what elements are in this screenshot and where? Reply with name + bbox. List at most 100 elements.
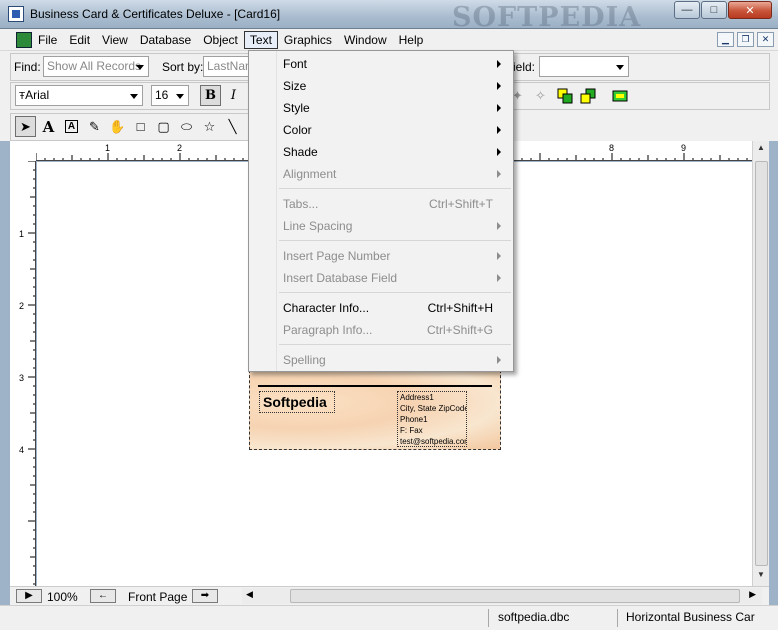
menu-graphics[interactable]: Graphics (278, 31, 338, 49)
status-bar: softpedia.dbc Horizontal Business Car (0, 605, 778, 630)
find-combo[interactable]: Show All Records (43, 56, 149, 77)
first-page-button[interactable]: ▶ (16, 589, 42, 603)
menu-item-label: Style (283, 101, 310, 115)
menu-item-shade[interactable]: Shade (279, 141, 511, 163)
maximize-button[interactable]: □ (701, 1, 727, 19)
hand-tool-icon[interactable]: ✋ (107, 116, 128, 137)
menu-help[interactable]: Help (393, 31, 430, 49)
status-separator (488, 609, 489, 627)
business-card[interactable]: Softpedia Address1 City, State ZipCode Pho… (249, 370, 501, 450)
card-address-line: Address1 (400, 393, 434, 402)
title-bar: Business Card & Certificates Deluxe - [C… (0, 0, 778, 33)
menu-item-label: Insert Page Number (283, 249, 391, 263)
star-tool-icon[interactable]: ☆ (199, 116, 220, 137)
scroll-up-icon[interactable]: ▲ (755, 143, 767, 157)
prev-page-button[interactable]: ← (90, 589, 116, 603)
menu-text[interactable]: Text (243, 31, 278, 49)
zoom-value[interactable]: 100% (47, 590, 78, 604)
text-box-tool-icon[interactable]: A (61, 116, 82, 137)
menu-item-spelling[interactable]: Spelling (279, 349, 511, 371)
submenu-arrow-icon (497, 274, 501, 282)
hscroll-thumb[interactable] (290, 589, 740, 603)
menu-item-insert-database-field[interactable]: Insert Database Field (279, 267, 511, 289)
menu-item-insert-page-number[interactable]: Insert Page Number (279, 245, 511, 267)
card-name-text[interactable]: Softpedia (259, 391, 335, 413)
card-address-text[interactable]: Address1 City, State ZipCode Phone1 F: Fax t… (397, 391, 467, 447)
menu-item-character-info[interactable]: Character Info... Ctrl+Shift+H (279, 297, 511, 319)
font-combo[interactable]: ŦArial (15, 85, 143, 106)
menu-item-alignment[interactable]: Alignment (279, 163, 511, 185)
ungroup-icon[interactable]: ✧ (530, 85, 551, 106)
line-tool-icon[interactable]: ╲ (222, 116, 243, 137)
menu-file[interactable]: File (32, 31, 63, 49)
status-separator (617, 609, 618, 627)
menu-icon-column (249, 51, 277, 371)
sortby-label: Sort by: (162, 60, 204, 74)
drawing-toolbar: ➤ A A ✎ ✋ □ ▢ ⬭ ☆ ╲ (10, 113, 250, 141)
horizontal-scrollbar[interactable]: ◀ ▶ (242, 588, 762, 604)
sortby-combo[interactable]: LastNam (203, 56, 253, 77)
scroll-right-icon[interactable]: ▶ (749, 589, 756, 600)
ruler-label: 3 (19, 373, 24, 383)
mdi-minimize-icon[interactable]: ▁ (717, 32, 734, 47)
next-page-button[interactable]: ➡ (192, 589, 218, 603)
rounded-rect-tool-icon[interactable]: ▢ (153, 116, 174, 137)
mdi-restore-icon[interactable]: ❐ (737, 32, 754, 47)
menu-items: File Edit View Database Object Text Graphics Wi… (32, 31, 429, 49)
close-button[interactable]: ✕ (728, 1, 772, 19)
menu-item-paragraph-info[interactable]: Paragraph Info... Ctrl+Shift+G (279, 319, 511, 341)
bring-front-icon[interactable] (554, 85, 575, 106)
menu-window[interactable]: Window (338, 31, 393, 49)
ruler-label: 2 (177, 143, 182, 153)
menu-item-line-spacing[interactable]: Line Spacing (279, 215, 511, 237)
send-back-icon[interactable] (577, 85, 598, 106)
card-icon[interactable] (609, 85, 630, 106)
scroll-left-icon[interactable]: ◀ (246, 589, 253, 600)
find-label: Find: (14, 60, 41, 74)
menu-object[interactable]: Object (197, 31, 244, 49)
menu-item-label: Tabs... (283, 197, 319, 211)
field-label: ield: (513, 60, 536, 74)
menu-item-shortcut: Ctrl+Shift+G (426, 323, 493, 337)
ellipse-tool-icon[interactable]: ⬭ (176, 116, 197, 137)
menu-item-tabs[interactable]: Tabs... Ctrl+Shift+T (279, 193, 511, 215)
card-divider-line[interactable] (258, 385, 492, 387)
menu-item-style[interactable]: Style (279, 97, 511, 119)
menu-edit[interactable]: Edit (63, 31, 96, 49)
text-menu-dropdown: Font Size Style Color Shade Alignment Tabs... C… (248, 50, 514, 372)
ruler-corner (10, 141, 36, 161)
menu-item-color[interactable]: Color (279, 119, 511, 141)
scroll-down-icon[interactable]: ▼ (755, 570, 767, 584)
mdi-close-icon[interactable]: ✕ (757, 32, 774, 47)
pointer-tool-icon[interactable]: ➤ (15, 116, 36, 137)
menu-item-label: Paragraph Info... (283, 323, 373, 337)
card-address-line: Phone1 (400, 415, 428, 424)
submenu-arrow-icon (497, 60, 501, 68)
menu-item-label: Line Spacing (283, 219, 353, 233)
text-tool-icon[interactable]: A (38, 116, 59, 137)
app-icon[interactable] (8, 6, 24, 22)
card-address-line: F: Fax (400, 426, 423, 435)
font-combo-value: Arial (25, 88, 50, 102)
field-combo[interactable] (539, 56, 629, 77)
size-combo[interactable]: 16 (151, 85, 189, 106)
menu-database[interactable]: Database (134, 31, 197, 49)
menu-item-font[interactable]: Font (279, 53, 511, 75)
minimize-button[interactable]: — (674, 1, 700, 19)
menu-separator (279, 240, 511, 241)
square-tool-icon[interactable]: □ (130, 116, 151, 137)
menu-view[interactable]: View (96, 31, 134, 49)
sortby-combo-value: LastNam (207, 59, 253, 73)
bold-button[interactable]: B (200, 85, 221, 106)
ruler-label: 1 (19, 229, 24, 239)
pen-tool-icon[interactable]: ✎ (84, 116, 105, 137)
submenu-arrow-icon (497, 126, 501, 134)
scroll-thumb[interactable] (755, 161, 768, 566)
menu-item-size[interactable]: Size (279, 75, 511, 97)
document-icon[interactable] (16, 32, 32, 48)
ruler-label: 2 (19, 301, 24, 311)
find-combo-value: Show All Records (47, 59, 142, 73)
italic-button[interactable]: I (223, 85, 244, 106)
vertical-scrollbar[interactable]: ▲ ▼ (752, 141, 769, 586)
menu-separator (279, 344, 511, 345)
